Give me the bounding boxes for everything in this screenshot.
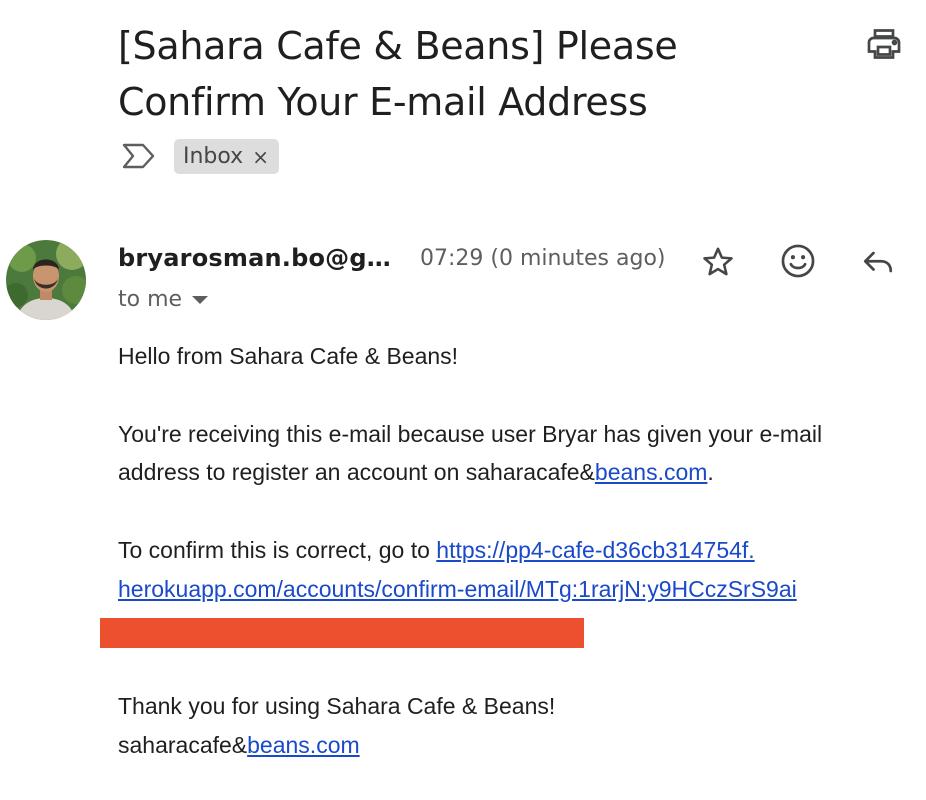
email-subject: [Sahara Cafe & Beans] Please Confirm You…	[118, 24, 678, 124]
confirm-line: herokuapp.com/accounts/confirm-email/MTg…	[118, 570, 797, 609]
sender-name[interactable]: bryarosman.bo@g…	[118, 244, 391, 272]
body-signature: saharacafe&beans.com	[118, 726, 360, 765]
confirm-line: To confirm this is correct, go to https:…	[118, 531, 755, 570]
body-paragraph-line: address to register an account on sahara…	[118, 453, 714, 492]
body-greeting: Hello from Sahara Cafe & Beans!	[118, 343, 459, 369]
emoji-reaction-icon[interactable]	[779, 242, 817, 280]
avatar[interactable]	[6, 240, 86, 320]
body-paragraph-line: You're receiving this e-mail because use…	[118, 421, 823, 447]
confirm-link[interactable]: herokuapp.com/accounts/confirm-email/MTg…	[118, 576, 797, 602]
reply-icon[interactable]	[859, 244, 897, 280]
label-chip-inbox: Inbox ×	[174, 139, 279, 174]
recipient-text: to me	[118, 287, 183, 312]
email-timestamp: 07:29 (0 minutes ago)	[420, 246, 666, 271]
signature-text: saharacafe&	[118, 732, 248, 758]
print-icon[interactable]	[866, 26, 902, 62]
confirm-text: To confirm this is correct, go to	[118, 537, 437, 563]
chevron-down-icon[interactable]	[192, 295, 209, 304]
recipient-details-toggle[interactable]: to me	[118, 287, 209, 312]
signature-link[interactable]: beans.com	[247, 732, 360, 758]
star-icon[interactable]	[700, 244, 736, 280]
beans-link[interactable]: beans.com	[595, 459, 708, 485]
redaction-bar	[100, 618, 584, 648]
importance-marker-icon[interactable]	[121, 141, 157, 171]
body-thanks: Thank you for using Sahara Cafe & Beans!	[118, 693, 556, 719]
body-text-fragment: .	[707, 459, 714, 485]
label-text: Inbox	[183, 144, 244, 169]
remove-label-button[interactable]: ×	[252, 145, 269, 169]
body-text-fragment: address to register an account on sahara…	[118, 459, 595, 485]
confirm-link[interactable]: https://pp4-cafe-d36cb314754f.	[436, 537, 754, 563]
